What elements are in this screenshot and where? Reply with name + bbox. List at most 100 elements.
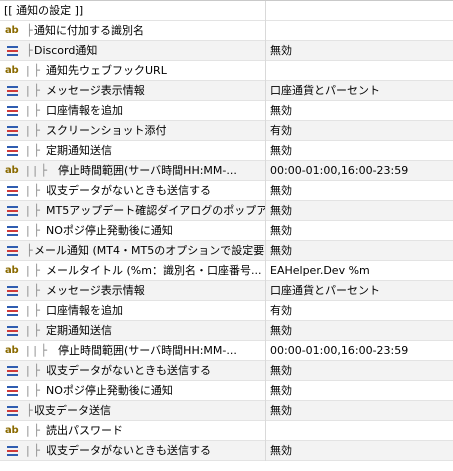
enum-type-icon bbox=[5, 84, 21, 98]
tree-line: | ├ bbox=[26, 324, 40, 337]
property-label: MT5アップデート確認ダイアログのポップアッ... bbox=[46, 204, 266, 217]
property-name-cell: ab | ├ 通知先ウェブフックURL bbox=[0, 61, 266, 81]
property-value-cell[interactable]: 口座通貨とパーセント bbox=[267, 81, 453, 101]
property-value-cell[interactable]: 無効 bbox=[267, 441, 453, 461]
enum-type-icon bbox=[5, 364, 21, 378]
string-type-icon: ab bbox=[5, 165, 19, 176]
property-name-cell: | ├ 口座情報を追加 bbox=[0, 301, 266, 321]
tree-line: ├ bbox=[26, 24, 33, 37]
property-row[interactable]: ab ├ 通知に付加する識別名 bbox=[0, 21, 453, 41]
property-row[interactable]: ├ メール通知 (MT4・MT5のオプションで設定要) 無効 bbox=[0, 241, 453, 261]
property-row[interactable]: | ├ メッセージ表示情報 口座通貨とパーセント bbox=[0, 81, 453, 101]
property-value-cell[interactable] bbox=[267, 21, 453, 41]
property-value-cell[interactable]: 無効 bbox=[267, 101, 453, 121]
property-value-cell[interactable] bbox=[267, 421, 453, 441]
property-value-cell[interactable]: 00:00-01:00,16:00-23:59 bbox=[267, 161, 453, 181]
property-row[interactable]: | ├ 定期通知送信 無効 bbox=[0, 141, 453, 161]
property-value-cell[interactable]: 有効 bbox=[267, 301, 453, 321]
property-label: 収支データがないときも送信する bbox=[46, 444, 211, 457]
property-row[interactable]: ab | ├ 通知先ウェブフックURL bbox=[0, 61, 453, 81]
property-row[interactable]: | ├ 口座情報を追加 無効 bbox=[0, 101, 453, 121]
property-label: メッセージ表示情報 bbox=[46, 84, 145, 97]
enum-type-icon bbox=[5, 284, 21, 298]
property-value-cell[interactable]: 口座通貨とパーセント bbox=[267, 281, 453, 301]
property-value-cell[interactable]: 無効 bbox=[267, 201, 453, 221]
property-row[interactable]: ab | ├ 読出パスワード bbox=[0, 421, 453, 441]
property-row[interactable]: | ├ NOポジ停止発動後に通知 無効 bbox=[0, 381, 453, 401]
section-title: [[ 通知の設定 ]] bbox=[4, 4, 84, 17]
string-type-icon: ab bbox=[5, 65, 19, 76]
property-value-cell[interactable]: 無効 bbox=[267, 141, 453, 161]
tree-line: | ├ bbox=[26, 124, 40, 137]
property-name-cell: | ├ NOポジ停止発動後に通知 bbox=[0, 381, 266, 401]
property-row[interactable]: | ├ スクリーンショット添付 有効 bbox=[0, 121, 453, 141]
property-name-cell: ab | | ├ 停止時間範囲(サーバ時間HH:MM-... bbox=[0, 341, 266, 361]
property-row[interactable]: | ├ 収支データがないときも送信する 無効 bbox=[0, 361, 453, 381]
property-name-cell: | ├ スクリーンショット添付 bbox=[0, 121, 266, 141]
property-label: 定期通知送信 bbox=[46, 324, 112, 337]
enum-type-icon bbox=[5, 184, 21, 198]
property-value-cell[interactable]: 無効 bbox=[267, 361, 453, 381]
property-row[interactable]: ab | | ├ 停止時間範囲(サーバ時間HH:MM-... 00:00-01:00,… bbox=[0, 341, 453, 361]
property-label: メールタイトル (%m：識別名・口座番号... bbox=[46, 264, 262, 277]
tree-line: | ├ bbox=[26, 304, 40, 317]
property-name-cell: ab | ├ メールタイトル (%m：識別名・口座番号... bbox=[0, 261, 266, 281]
property-value-cell[interactable]: 無効 bbox=[267, 221, 453, 241]
property-value-cell[interactable]: 無効 bbox=[267, 41, 453, 61]
property-row[interactable]: | ├ 収支データがないときも送信する 無効 bbox=[0, 441, 453, 461]
property-value-cell[interactable]: 無効 bbox=[267, 241, 453, 261]
property-name-cell: | ├ メッセージ表示情報 bbox=[0, 281, 266, 301]
tree-line: | | ├ bbox=[26, 344, 48, 357]
tree-line: | ├ bbox=[26, 184, 40, 197]
enum-type-icon bbox=[5, 204, 21, 218]
property-row[interactable]: ├ Discord通知 無効 bbox=[0, 41, 453, 61]
property-label: スクリーンショット添付 bbox=[46, 124, 167, 137]
tree-line: | ├ bbox=[26, 264, 40, 277]
property-value-cell[interactable]: 無効 bbox=[267, 321, 453, 341]
property-value-cell[interactable]: 無効 bbox=[267, 181, 453, 201]
string-type-icon: ab bbox=[5, 25, 19, 36]
property-label: 通知先ウェブフックURL bbox=[46, 64, 167, 77]
property-row[interactable]: ab | ├ メールタイトル (%m：識別名・口座番号... EAHelper.Dev… bbox=[0, 261, 453, 281]
property-name-cell: ab | ├ 読出パスワード bbox=[0, 421, 266, 441]
property-label: 定期通知送信 bbox=[46, 144, 112, 157]
property-row[interactable]: ├ 収支データ送信 無効 bbox=[0, 401, 453, 421]
property-row[interactable]: | ├ 定期通知送信 無効 bbox=[0, 321, 453, 341]
property-row[interactable]: | ├ メッセージ表示情報 口座通貨とパーセント bbox=[0, 281, 453, 301]
property-name-cell: | ├ MT5アップデート確認ダイアログのポップアッ... bbox=[0, 201, 266, 221]
settings-grid: [[ 通知の設定 ]] ab ├ 通知に付加する識別名 ├ Discord通知 無効 ab | … bbox=[0, 0, 453, 471]
tree-line: | ├ bbox=[26, 364, 40, 377]
property-row[interactable]: | ├ MT5アップデート確認ダイアログのポップアッ... 無効 bbox=[0, 201, 453, 221]
enum-type-icon bbox=[5, 124, 21, 138]
property-label: Discord通知 bbox=[34, 44, 98, 57]
property-row[interactable]: | ├ 口座情報を追加 有効 bbox=[0, 301, 453, 321]
enum-type-icon bbox=[5, 384, 21, 398]
property-label: 収支データがないときも送信する bbox=[46, 184, 211, 197]
property-row[interactable]: | ├ 収支データがないときも送信する 無効 bbox=[0, 181, 453, 201]
property-name-cell: | ├ 定期通知送信 bbox=[0, 321, 266, 341]
enum-type-icon bbox=[5, 104, 21, 118]
enum-type-icon bbox=[5, 44, 21, 58]
tree-line: | ├ bbox=[26, 424, 40, 437]
property-value-cell[interactable]: 無効 bbox=[267, 381, 453, 401]
property-label: 収支データがないときも送信する bbox=[46, 364, 211, 377]
property-value-cell[interactable]: 00:00-01:00,16:00-23:59 bbox=[267, 341, 453, 361]
property-value-cell[interactable] bbox=[267, 61, 453, 81]
property-row[interactable]: ab | | ├ 停止時間範囲(サーバ時間HH:MM-... 00:00-01:00,… bbox=[0, 161, 453, 181]
string-type-icon: ab bbox=[5, 345, 19, 356]
property-row[interactable]: | ├ NOポジ停止発動後に通知 無効 bbox=[0, 221, 453, 241]
property-label: NOポジ停止発動後に通知 bbox=[46, 224, 173, 237]
section-header-row: [[ 通知の設定 ]] bbox=[0, 1, 453, 21]
tree-line: | ├ bbox=[26, 104, 40, 117]
tree-line: | ├ bbox=[26, 144, 40, 157]
enum-type-icon bbox=[5, 404, 21, 418]
property-value-cell[interactable]: EAHelper.Dev %m bbox=[267, 261, 453, 281]
property-name-cell: | ├ NOポジ停止発動後に通知 bbox=[0, 221, 266, 241]
property-name-cell: ├ 収支データ送信 bbox=[0, 401, 266, 421]
tree-line: | ├ bbox=[26, 204, 40, 217]
property-value-cell[interactable]: 無効 bbox=[267, 401, 453, 421]
enum-type-icon bbox=[5, 224, 21, 238]
enum-type-icon bbox=[5, 144, 21, 158]
property-label: メール通知 (MT4・MT5のオプションで設定要) bbox=[34, 244, 266, 257]
property-value-cell[interactable]: 有効 bbox=[267, 121, 453, 141]
